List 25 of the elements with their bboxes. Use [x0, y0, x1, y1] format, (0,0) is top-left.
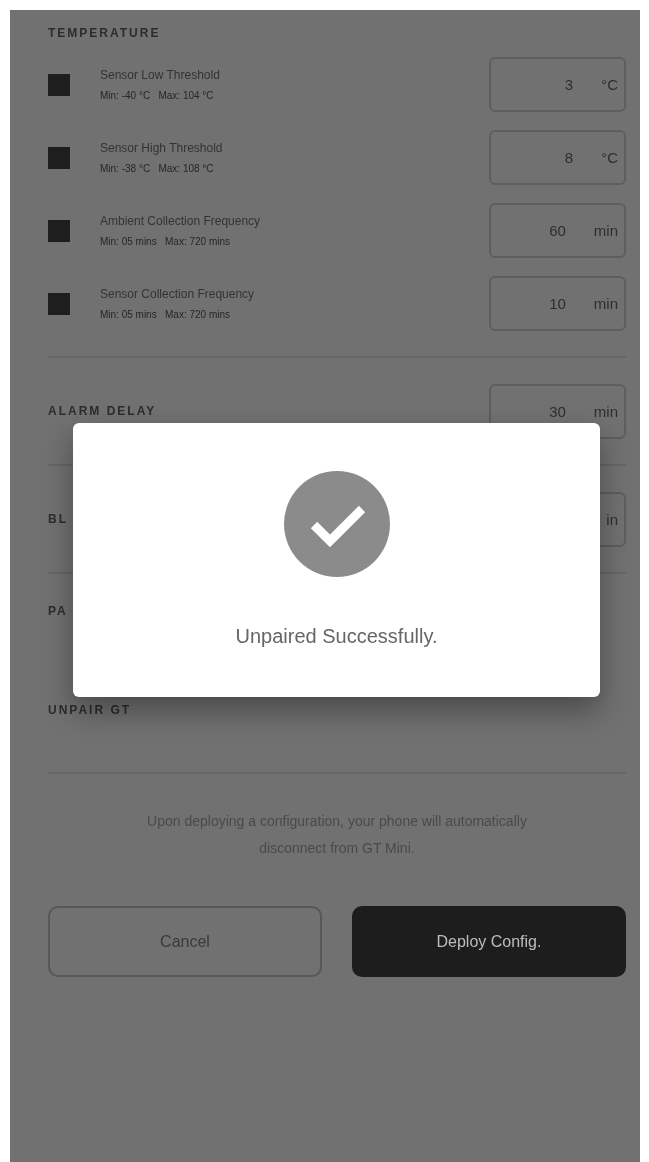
square-icon — [48, 146, 70, 169]
number-field[interactable]: 8 °C — [489, 130, 626, 185]
square-icon — [48, 73, 70, 96]
checkmark-icon — [283, 471, 390, 577]
setting-range: Min: -38 °C Max: 108 °C — [100, 163, 215, 174]
number-field[interactable]: 3 °C — [489, 57, 626, 112]
section-heading: UNPAIR GT — [48, 703, 132, 717]
section-heading: ALARM DELAY — [48, 404, 157, 418]
cancel-button[interactable]: Cancel — [48, 906, 322, 977]
setting-label: Ambient Collection Frequency — [100, 214, 262, 228]
section-heading: TEMPERATURE — [48, 26, 162, 40]
square-icon — [48, 219, 70, 242]
setting-label: Sensor Collection Frequency — [100, 287, 256, 301]
dialog-message: Unpaired Successfully. — [235, 625, 438, 648]
section-heading: BL — [48, 512, 68, 526]
section-heading: PA — [48, 604, 68, 618]
square-icon — [48, 292, 70, 315]
setting-label: Sensor High Threshold — [100, 141, 224, 155]
setting-range: Min: 05 mins Max: 720 mins — [100, 236, 232, 247]
number-field[interactable]: 60 min — [489, 203, 626, 258]
deploy-button[interactable]: Deploy Config. — [352, 906, 626, 977]
setting-label: Sensor Low Threshold — [100, 68, 221, 82]
setting-range: Min: -40 °C Max: 104 °C — [100, 90, 215, 101]
setting-range: Min: 05 mins Max: 720 mins — [100, 309, 232, 320]
number-field[interactable]: 10 min — [489, 276, 626, 331]
